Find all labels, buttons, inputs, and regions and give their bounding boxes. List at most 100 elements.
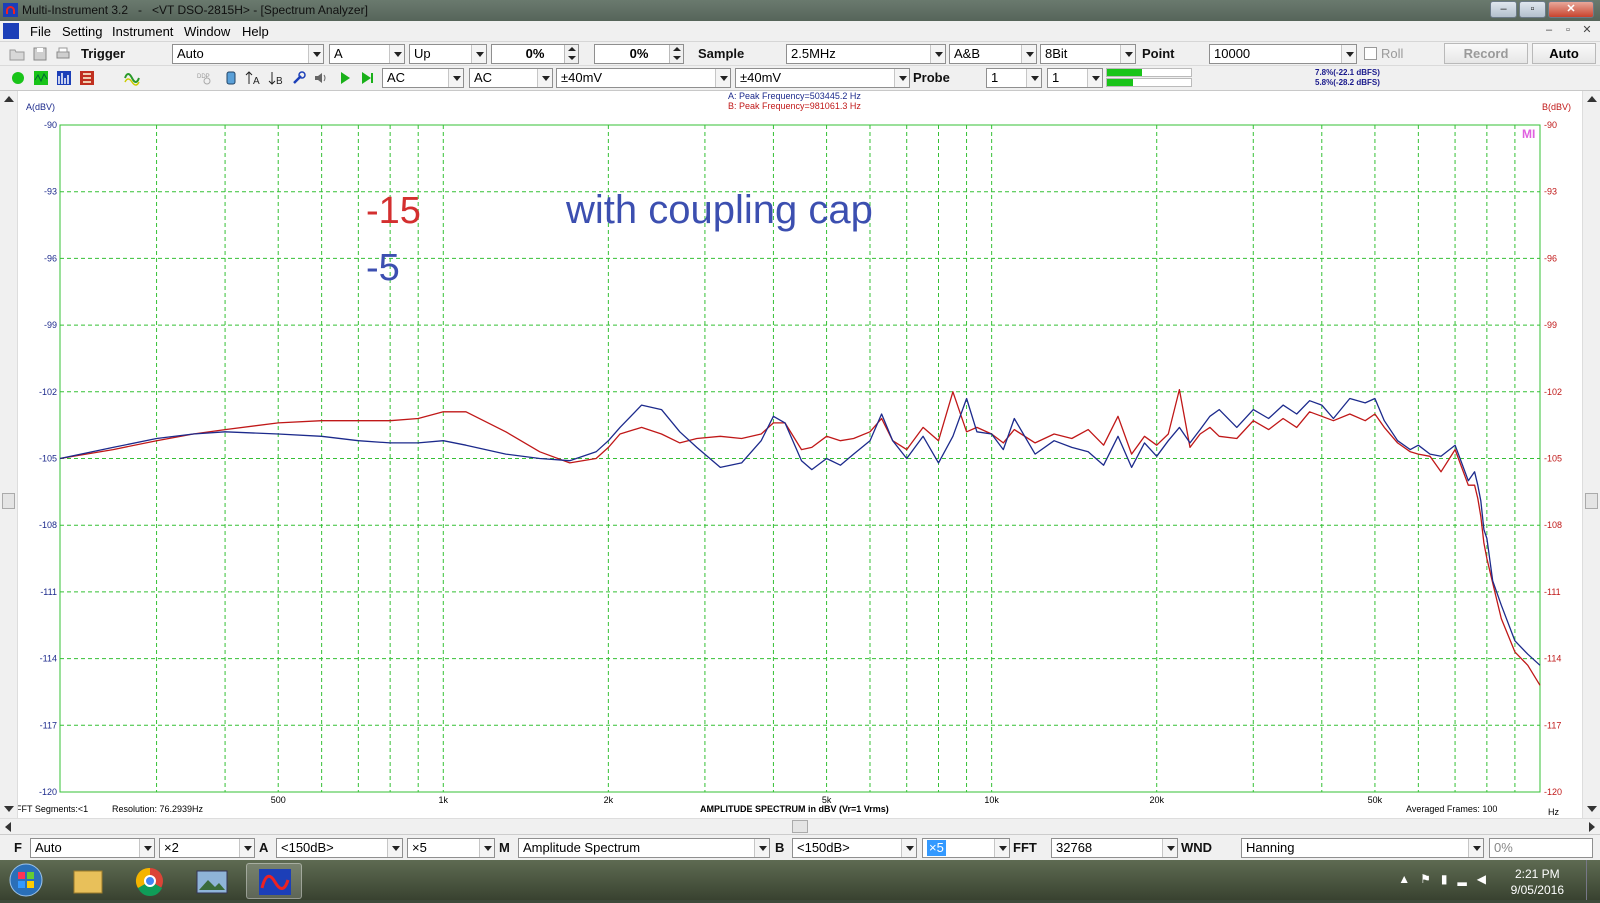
system-tray[interactable]: ▲⚑▮▂◀: [1398, 872, 1496, 886]
save-icon[interactable]: [32, 46, 48, 62]
menu-bar: File Setting Instrument Window Help – ▫ …: [0, 21, 1600, 42]
explorer-taskbar-icon[interactable]: [60, 863, 116, 899]
action-center-icon[interactable]: ⚑: [1420, 872, 1441, 886]
play-icon[interactable]: [337, 70, 353, 86]
range-a-select[interactable]: ±40mV: [556, 68, 731, 88]
menu-help[interactable]: Help: [242, 24, 269, 39]
bits-select[interactable]: 8Bit: [1040, 44, 1136, 64]
title-bar: Multi-Instrument 3.2 - <VT DSO-2815H> - …: [0, 0, 1600, 21]
trigger-channel-select[interactable]: A: [329, 44, 405, 64]
scroll-left-arrow-icon[interactable]: [5, 822, 11, 832]
scroll-thumb[interactable]: [2, 493, 15, 509]
window-function-select[interactable]: Hanning: [1241, 838, 1484, 858]
clock[interactable]: 2:21 PM 9/05/2016: [1511, 866, 1564, 898]
picture-viewer-taskbar-icon[interactable]: [184, 863, 240, 899]
ddp-icon[interactable]: DDP: [196, 70, 212, 86]
oscilloscope-icon[interactable]: [33, 70, 49, 86]
run-indicator-icon[interactable]: [10, 70, 26, 86]
minimize-button[interactable]: –: [1490, 1, 1517, 18]
show-desktop-button[interactable]: [1586, 860, 1600, 900]
overlap-input[interactable]: 0%: [1489, 838, 1593, 858]
fft-size-select[interactable]: 32768: [1051, 838, 1178, 858]
chevron-down-icon: [1341, 45, 1356, 63]
mdi-close-button[interactable]: ✕: [1578, 23, 1596, 39]
clock-date: 9/05/2016: [1510, 883, 1564, 897]
multi-instrument-taskbar-icon[interactable]: [246, 863, 302, 899]
chevron-down-icon: [1162, 839, 1177, 857]
scroll-up-arrow-icon[interactable]: [1587, 96, 1597, 102]
frequency-scale-select[interactable]: Auto: [30, 838, 155, 858]
a-zoom-select[interactable]: ×5: [407, 838, 495, 858]
y-tick-label-left: -120: [39, 787, 57, 797]
clock-time: 2:21 PM: [1514, 867, 1560, 881]
coupling-a-select[interactable]: AC: [382, 68, 464, 88]
spin-arrows-icon[interactable]: [669, 45, 683, 63]
b-zoom-select[interactable]: ×5: [922, 838, 1010, 858]
roll-checkbox[interactable]: [1364, 47, 1377, 60]
tray-expand-icon[interactable]: ▲: [1398, 872, 1420, 886]
roll-label: Roll: [1381, 46, 1404, 61]
trigger-edge-select[interactable]: Up: [409, 44, 487, 64]
record-button[interactable]: Record: [1444, 43, 1528, 64]
chevron-down-icon: [448, 69, 463, 87]
channel-a-cursor-icon[interactable]: A: [245, 70, 261, 86]
a-range-select[interactable]: <150dB>: [276, 838, 403, 858]
scroll-down-arrow-icon[interactable]: [4, 806, 14, 812]
scroll-down-arrow-icon[interactable]: [1587, 806, 1597, 812]
menu-file[interactable]: File: [30, 24, 51, 39]
spectrum-chart[interactable]: -90 -93 -96 -99 -102 -105 -108 -111 -114 -117 -120…: [0, 91, 1600, 818]
points-select[interactable]: 10000: [1209, 44, 1357, 64]
document-icon[interactable]: [3, 23, 19, 39]
y-tick-label-left: -102: [39, 387, 57, 397]
scroll-thumb[interactable]: [1585, 493, 1598, 509]
open-folder-icon[interactable]: [9, 46, 25, 62]
trigger-level-stepper[interactable]: 0%: [491, 44, 579, 64]
frequency-zoom-select[interactable]: ×2: [159, 838, 255, 858]
scroll-right-arrow-icon[interactable]: [1589, 822, 1595, 832]
analysis-mode-select[interactable]: Amplitude Spectrum: [518, 838, 770, 858]
y-tick-label-right: -99: [1544, 320, 1557, 330]
maximize-button[interactable]: ▫: [1519, 1, 1546, 18]
play-once-icon[interactable]: [359, 70, 375, 86]
probe-b-select[interactable]: 1: [1047, 68, 1103, 88]
trigger-delay-stepper[interactable]: 0%: [594, 44, 684, 64]
mdi-restore-button[interactable]: ▫: [1559, 23, 1577, 39]
chevron-down-icon: [479, 839, 494, 857]
right-vertical-scrollbar[interactable]: [1582, 91, 1600, 818]
channel-b-cursor-icon[interactable]: B: [268, 70, 284, 86]
overlay-blue-value: -5: [366, 247, 400, 289]
start-button-icon[interactable]: [6, 862, 46, 898]
signal-generator-icon[interactable]: [124, 70, 140, 86]
tool-icon[interactable]: [291, 70, 307, 86]
close-button[interactable]: ✕: [1548, 1, 1594, 18]
scroll-thumb[interactable]: [792, 820, 808, 833]
print-icon[interactable]: [55, 46, 71, 62]
mdi-minimize-button[interactable]: –: [1540, 23, 1558, 39]
horizontal-scrollbar[interactable]: [0, 818, 1600, 834]
coupling-b-select[interactable]: AC: [469, 68, 553, 88]
speaker-icon[interactable]: [313, 70, 329, 86]
network-icon[interactable]: ▂: [1458, 872, 1477, 886]
volume-icon[interactable]: ◀: [1477, 872, 1496, 886]
chrome-taskbar-icon[interactable]: [122, 863, 178, 899]
multimeter-icon[interactable]: [79, 70, 95, 86]
channel-select[interactable]: A&B: [949, 44, 1037, 64]
chevron-down-icon: [471, 45, 486, 63]
spin-arrows-icon[interactable]: [564, 45, 578, 63]
menu-window[interactable]: Window: [184, 24, 230, 39]
menu-setting[interactable]: Setting: [62, 24, 102, 39]
scroll-up-arrow-icon[interactable]: [4, 96, 14, 102]
left-vertical-scrollbar[interactable]: [0, 91, 18, 818]
spectrum-analyzer-icon[interactable]: [56, 70, 72, 86]
menu-instrument[interactable]: Instrument: [112, 24, 173, 39]
battery-icon[interactable]: ▮: [1441, 872, 1458, 886]
range-b-select[interactable]: ±40mV: [735, 68, 910, 88]
b-range-select[interactable]: <150dB>: [792, 838, 917, 858]
chevron-down-icon: [1026, 69, 1041, 87]
auto-button[interactable]: Auto: [1532, 43, 1596, 64]
trigger-mode-select[interactable]: Auto: [172, 44, 324, 64]
probe-a-select[interactable]: 1: [986, 68, 1042, 88]
sample-rate-select[interactable]: 2.5MHz: [786, 44, 946, 64]
probe-icon[interactable]: [223, 70, 239, 86]
y-tick-label-right: -90: [1544, 120, 1557, 130]
